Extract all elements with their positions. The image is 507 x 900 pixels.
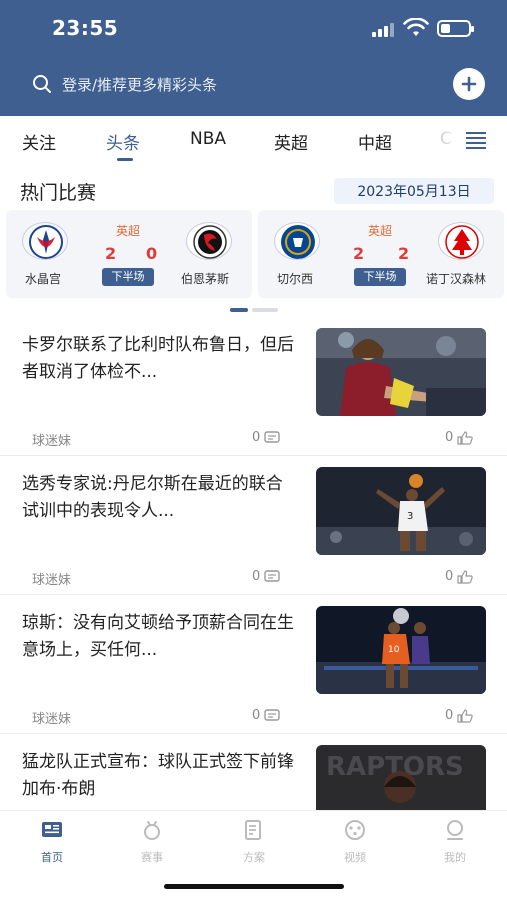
match-card[interactable]: 水晶宫 英超 2 0 下半场 伯恩茅斯 — [6, 210, 252, 298]
news-thumbnail: 3 — [316, 467, 486, 555]
nav-label: 视频 — [344, 851, 366, 864]
category-tabs: 关注 头条 NBA 英超 中超 C — [0, 116, 507, 164]
news-thumbnail — [316, 328, 486, 416]
nav-home[interactable]: 首页 — [22, 819, 82, 865]
nottingham-forest-crest — [438, 222, 484, 260]
plus-icon — [461, 76, 477, 92]
home-icon — [42, 822, 62, 837]
carousel-indicator — [230, 308, 280, 312]
active-tab-indicator — [117, 158, 133, 161]
comment-count-value: 0 — [252, 708, 261, 723]
tab-follow[interactable]: 关注 — [22, 129, 56, 154]
crystal-palace-crest — [22, 222, 68, 260]
status-bar: 23:55 — [0, 0, 507, 56]
news-title: 猛龙队正式宣布：球队正式签下前锋加布·布朗 — [22, 752, 294, 799]
comment-count-value: 0 — [252, 569, 261, 584]
news-title: 选秀专家说:丹尼尔斯在最近的联合试训中的表现令人... — [22, 474, 283, 521]
nav-video[interactable]: 视频 — [325, 819, 385, 865]
nav-label: 赛事 — [141, 851, 163, 864]
svg-text:3: 3 — [407, 511, 413, 522]
like-count[interactable]: 0 — [445, 430, 474, 445]
tab-csl[interactable]: 中超 — [358, 129, 392, 154]
home-indicator — [164, 884, 344, 889]
nav-events[interactable]: 赛事 — [122, 819, 182, 865]
comment-icon — [264, 708, 280, 721]
svg-text:10: 10 — [388, 645, 400, 655]
trophy-icon — [144, 821, 160, 840]
like-count-value: 0 — [445, 708, 454, 723]
tab-nba[interactable]: NBA — [190, 129, 226, 149]
home-team-name: 水晶宫 — [25, 272, 62, 286]
home-team-name: 切尔西 — [277, 272, 314, 286]
thumbs-up-icon — [457, 708, 474, 723]
comment-icon — [264, 430, 280, 443]
league-label: 英超 — [367, 224, 392, 238]
like-count[interactable]: 0 — [445, 569, 474, 584]
like-count-value: 0 — [445, 569, 454, 584]
search-placeholder: 登录/推荐更多精彩头条 — [62, 75, 218, 94]
comment-count[interactable]: 0 — [252, 430, 280, 445]
chelsea-crest — [274, 222, 320, 260]
news-thumbnail: 10 — [316, 606, 486, 694]
nav-label: 方案 — [243, 851, 265, 864]
search-bar[interactable]: 登录/推荐更多精彩头条 — [20, 66, 432, 102]
news-author: 球迷妹 — [32, 573, 72, 588]
tab-premier-league[interactable]: 英超 — [274, 129, 308, 154]
nav-plans[interactable]: 方案 — [224, 819, 284, 865]
date-badge[interactable]: 2023年05月13日 — [334, 178, 494, 204]
wifi-icon — [403, 18, 429, 36]
news-item[interactable]: 猛龙队正式宣布：球队正式签下前锋加布·布朗 RAPTORS — [0, 735, 507, 810]
news-item[interactable]: 琼斯：没有向艾顿给予顶薪合同在生意场上，买任何... 10 球迷妹 0 0 — [0, 596, 507, 734]
video-icon — [345, 820, 365, 840]
away-team-name: 诺丁汉森林 — [426, 272, 487, 286]
status-time: 23:55 — [52, 16, 119, 40]
away-team-name: 伯恩茅斯 — [181, 272, 230, 286]
period-badge: 下半场 — [102, 268, 154, 286]
tab-headlines[interactable]: 头条 — [106, 129, 140, 154]
news-author: 球迷妹 — [32, 712, 72, 727]
news-author: 球迷妹 — [32, 434, 72, 449]
news-item[interactable]: 卡罗尔联系了比利时队布鲁日，但后者取消了体检不... 球迷妹 0 0 — [0, 318, 507, 456]
battery-icon — [437, 20, 474, 37]
news-thumbnail: RAPTORS — [316, 745, 486, 810]
news-item[interactable]: 选秀专家说:丹尼尔斯在最近的联合试训中的表现令人... 3 球迷妹 0 0 — [0, 457, 507, 595]
comment-count[interactable]: 0 — [252, 708, 280, 723]
comment-icon — [264, 569, 280, 582]
away-score: 0 — [146, 244, 158, 263]
matches-carousel[interactable]: 水晶宫 英超 2 0 下半场 伯恩茅斯 切尔西 英超 2 2 下半场 诺丁汉森林 — [0, 210, 507, 300]
battery-level — [441, 24, 450, 33]
period-badge: 下半场 — [354, 268, 406, 286]
comment-count-value: 0 — [252, 430, 261, 445]
home-score: 2 — [105, 244, 117, 263]
news-title: 琼斯：没有向艾顿给予顶薪合同在生意场上，买任何... — [22, 613, 294, 660]
bournemouth-crest — [186, 222, 232, 260]
indicator-inactive — [252, 308, 278, 312]
profile-icon — [447, 820, 463, 840]
document-icon — [245, 820, 261, 840]
news-title: 卡罗尔联系了比利时队布鲁日，但后者取消了体检不... — [22, 335, 294, 382]
like-count[interactable]: 0 — [445, 708, 474, 723]
away-score: 2 — [398, 244, 410, 263]
nav-label: 首页 — [41, 851, 63, 864]
thumbs-up-icon — [457, 430, 474, 445]
comment-count[interactable]: 0 — [252, 569, 280, 584]
search-icon — [33, 75, 51, 93]
section-title: 热门比赛 — [20, 182, 97, 204]
tabs-fade — [440, 116, 462, 164]
league-label: 英超 — [115, 224, 140, 238]
nav-label: 我的 — [444, 851, 466, 864]
app-header: 23:55 登录/推荐更多精彩头条 — [0, 0, 507, 116]
thumbs-up-icon — [457, 569, 474, 584]
match-card[interactable]: 切尔西 英超 2 2 下半场 诺丁汉森林 — [258, 210, 504, 298]
add-button[interactable] — [453, 68, 485, 100]
like-count-value: 0 — [445, 430, 454, 445]
menu-icon[interactable] — [466, 132, 486, 149]
home-score: 2 — [353, 244, 365, 263]
nav-profile[interactable]: 我的 — [425, 819, 485, 865]
indicator-active — [230, 308, 248, 312]
signal-icon — [372, 21, 398, 37]
